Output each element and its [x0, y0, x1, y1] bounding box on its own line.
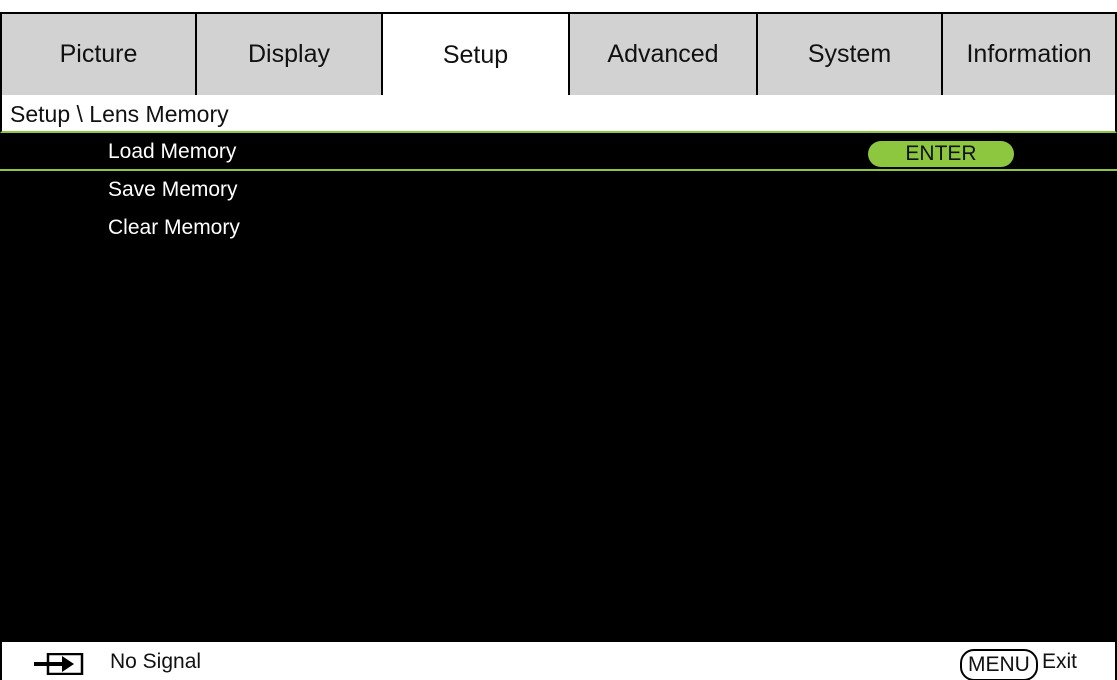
tab-picture[interactable]: Picture — [0, 14, 195, 97]
tab-display[interactable]: Display — [195, 14, 381, 97]
tab-label: Information — [966, 40, 1092, 68]
tab-setup[interactable]: Setup — [381, 14, 568, 97]
exit-label: Exit — [1042, 650, 1078, 673]
menu-item-label: Save Memory — [108, 178, 238, 201]
input-source-arrow-icon — [34, 653, 84, 675]
projector-osd: Picture Display Setup Advanced System In… — [0, 0, 1117, 680]
menu-item-clear-memory[interactable]: Clear Memory — [0, 209, 1117, 247]
signal-status: No Signal — [110, 650, 202, 673]
tab-label: Advanced — [607, 40, 719, 68]
status-bar: No Signal MENU Exit — [0, 642, 1117, 680]
tab-advanced[interactable]: Advanced — [568, 14, 756, 97]
tab-label: Picture — [59, 40, 138, 68]
menu-item-save-memory[interactable]: Save Memory — [0, 171, 1117, 209]
menu-item-label: Clear Memory — [108, 216, 240, 239]
top-strip — [0, 0, 1117, 12]
tab-information[interactable]: Information — [941, 14, 1117, 97]
menu-item-load-memory[interactable]: Load Memory ENTER — [0, 133, 1117, 171]
tab-system[interactable]: System — [756, 14, 941, 97]
breadcrumb: Setup \ Lens Memory — [0, 95, 1117, 133]
menu-panel: Load Memory ENTER Save Memory Clear Memo… — [0, 133, 1117, 642]
menu-item-label: Load Memory — [108, 140, 237, 163]
tab-label: System — [807, 40, 892, 68]
tab-bar: Picture Display Setup Advanced System In… — [0, 12, 1117, 97]
menu-key-badge[interactable]: MENU — [960, 649, 1038, 680]
tab-label: Setup — [442, 41, 509, 69]
tab-label: Display — [248, 40, 330, 68]
enter-button[interactable]: ENTER — [868, 141, 1014, 167]
